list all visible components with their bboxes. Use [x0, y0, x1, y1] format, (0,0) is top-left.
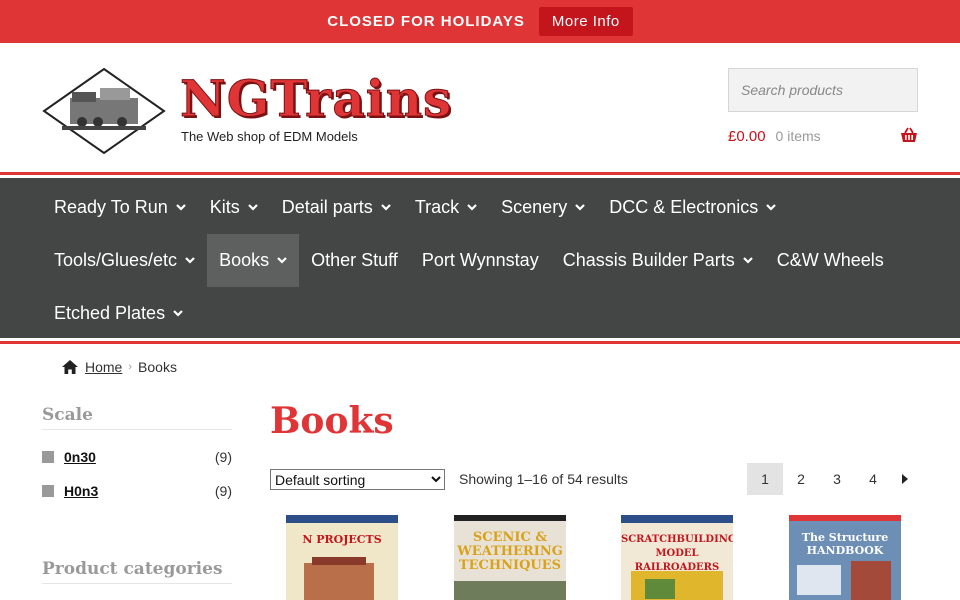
breadcrumb-separator-icon: ›	[128, 361, 133, 373]
nav-item-label: DCC & Electronics	[609, 197, 759, 217]
scale-filter-count: (9)	[214, 483, 232, 499]
nav-item-label: Port Wynnstay	[421, 250, 539, 270]
cart-amount: £0.00	[728, 127, 766, 145]
nav-item-label: Other Stuff	[311, 250, 398, 270]
nav-item-etched-plates[interactable]: Etched Plates	[42, 287, 195, 340]
nav-item-label: C&W Wheels	[776, 250, 884, 270]
holiday-banner: CLOSED FOR HOLIDAYS More Info	[0, 0, 960, 43]
nav-item-scenery[interactable]: Scenery	[489, 181, 597, 234]
nav-item-port-wynnstay[interactable]: Port Wynnstay	[410, 234, 551, 287]
primary-navigation: Ready To Run Kits Detail parts Track Scenery…	[0, 172, 960, 344]
nav-item-label: Detail parts	[281, 197, 373, 217]
mini-cart[interactable]: £0.00 0 items	[728, 126, 918, 146]
scale-filter-count: (9)	[214, 449, 232, 465]
page-title: Books	[270, 400, 394, 442]
chevron-down-icon[interactable]	[467, 204, 477, 211]
chevron-down-icon[interactable]	[766, 204, 777, 211]
scale-filter-item[interactable]: H0n3 (9)	[42, 481, 232, 501]
page-3-link[interactable]: 3	[819, 463, 855, 495]
nav-row-2: Tools/Glues/etc Books Other Stuff Port Wynn…	[42, 234, 896, 287]
nav-item-tools-glues-etc[interactable]: Tools/Glues/etc	[42, 234, 207, 287]
search-input[interactable]	[741, 82, 923, 98]
cover-title: N PROJECTS	[302, 533, 382, 546]
chevron-down-icon[interactable]	[743, 257, 753, 264]
nav-row-3: Etched Plates	[42, 287, 195, 340]
divider	[42, 429, 232, 430]
result-count: Showing 1–16 of 54 results	[459, 471, 628, 487]
nav-item-track[interactable]: Track	[403, 181, 489, 234]
cover-title: SCRATCHBUILDING MODEL RAILROADERS	[621, 534, 733, 573]
cover-title: SCENIC & WEATHERING TECHNIQUES	[457, 530, 563, 573]
home-icon	[62, 360, 78, 374]
nav-row-1: Ready To Run Kits Detail parts Track Scenery…	[42, 181, 788, 234]
chevron-down-icon[interactable]	[185, 257, 195, 264]
product-card[interactable]: SCENIC & WEATHERING TECHNIQUES	[454, 515, 566, 600]
nav-item-detail-parts[interactable]: Detail parts	[270, 181, 403, 234]
chevron-down-icon[interactable]	[277, 257, 287, 264]
page-1-current: 1	[747, 463, 783, 495]
nav-item-other-stuff[interactable]: Other Stuff	[299, 234, 410, 287]
cart-item-count: 0 items	[775, 128, 821, 144]
nav-item-label: Track	[414, 197, 460, 217]
nav-item-label: Chassis Builder Parts	[562, 250, 735, 270]
product-categories-title: Product categories	[42, 559, 223, 579]
pagination: 1 2 3 4	[747, 463, 919, 495]
scale-filter-link[interactable]: H0n3	[64, 483, 98, 499]
breadcrumb-home-link[interactable]: Home	[85, 359, 122, 375]
nav-item-label: Etched Plates	[54, 303, 166, 323]
banner-text: CLOSED FOR HOLIDAYS	[327, 13, 525, 30]
nav-item-label: Tools/Glues/etc	[54, 250, 178, 270]
scale-filter-link[interactable]: 0n30	[64, 449, 96, 465]
site-tagline: The Web shop of EDM Models	[181, 129, 358, 144]
checkbox-icon[interactable]	[42, 485, 54, 497]
more-info-button[interactable]: More Info	[538, 7, 633, 36]
search-box	[728, 68, 923, 112]
page-2-link[interactable]: 2	[783, 463, 819, 495]
nav-item-dcc-electronics[interactable]: DCC & Electronics	[597, 181, 788, 234]
next-page-icon[interactable]	[891, 463, 919, 495]
breadcrumb-current: Books	[138, 359, 177, 375]
site-logo-text[interactable]: NGTrains	[179, 71, 452, 126]
product-image[interactable]: SCRATCHBUILDING MODEL RAILROADERS	[621, 515, 733, 600]
nav-item-ready-to-run[interactable]: Ready To Run	[42, 181, 198, 234]
nav-item-kits[interactable]: Kits	[198, 181, 270, 234]
chevron-down-icon[interactable]	[175, 204, 186, 211]
chevron-down-icon[interactable]	[173, 310, 183, 317]
basket-icon[interactable]	[900, 127, 918, 143]
product-card[interactable]: N PROJECTS	[286, 515, 398, 600]
product-image[interactable]: N PROJECTS	[286, 515, 398, 600]
sort-select[interactable]: Default sorting	[270, 469, 445, 490]
nav-item-label: Books	[219, 250, 270, 270]
cover-title: The Structure HANDBOOK	[801, 531, 889, 557]
page-4-link[interactable]: 4	[855, 463, 891, 495]
product-image[interactable]: The Structure HANDBOOK	[789, 515, 901, 600]
nav-item-label: Kits	[209, 197, 240, 217]
nav-item-label: Scenery	[501, 197, 568, 217]
nav-item-c-w-wheels[interactable]: C&W Wheels	[765, 234, 896, 287]
scale-filter-item[interactable]: 0n30 (9)	[42, 447, 232, 467]
nav-item-label: Ready To Run	[54, 197, 168, 217]
chevron-down-icon[interactable]	[247, 204, 258, 211]
product-card[interactable]: SCRATCHBUILDING MODEL RAILROADERS	[621, 515, 733, 600]
scale-widget-title: Scale	[42, 405, 93, 425]
nav-item-chassis-builder-parts[interactable]: Chassis Builder Parts	[551, 234, 765, 287]
product-card[interactable]: The Structure HANDBOOK	[789, 515, 901, 600]
product-image[interactable]: SCENIC & WEATHERING TECHNIQUES	[454, 515, 566, 600]
logo-emblem[interactable]	[42, 68, 166, 154]
nav-item-books[interactable]: Books	[207, 234, 300, 287]
chevron-down-icon[interactable]	[381, 204, 391, 211]
chevron-down-icon[interactable]	[575, 204, 585, 211]
divider	[42, 583, 232, 584]
checkbox-icon[interactable]	[42, 451, 54, 463]
breadcrumb: Home › Books	[62, 359, 177, 375]
